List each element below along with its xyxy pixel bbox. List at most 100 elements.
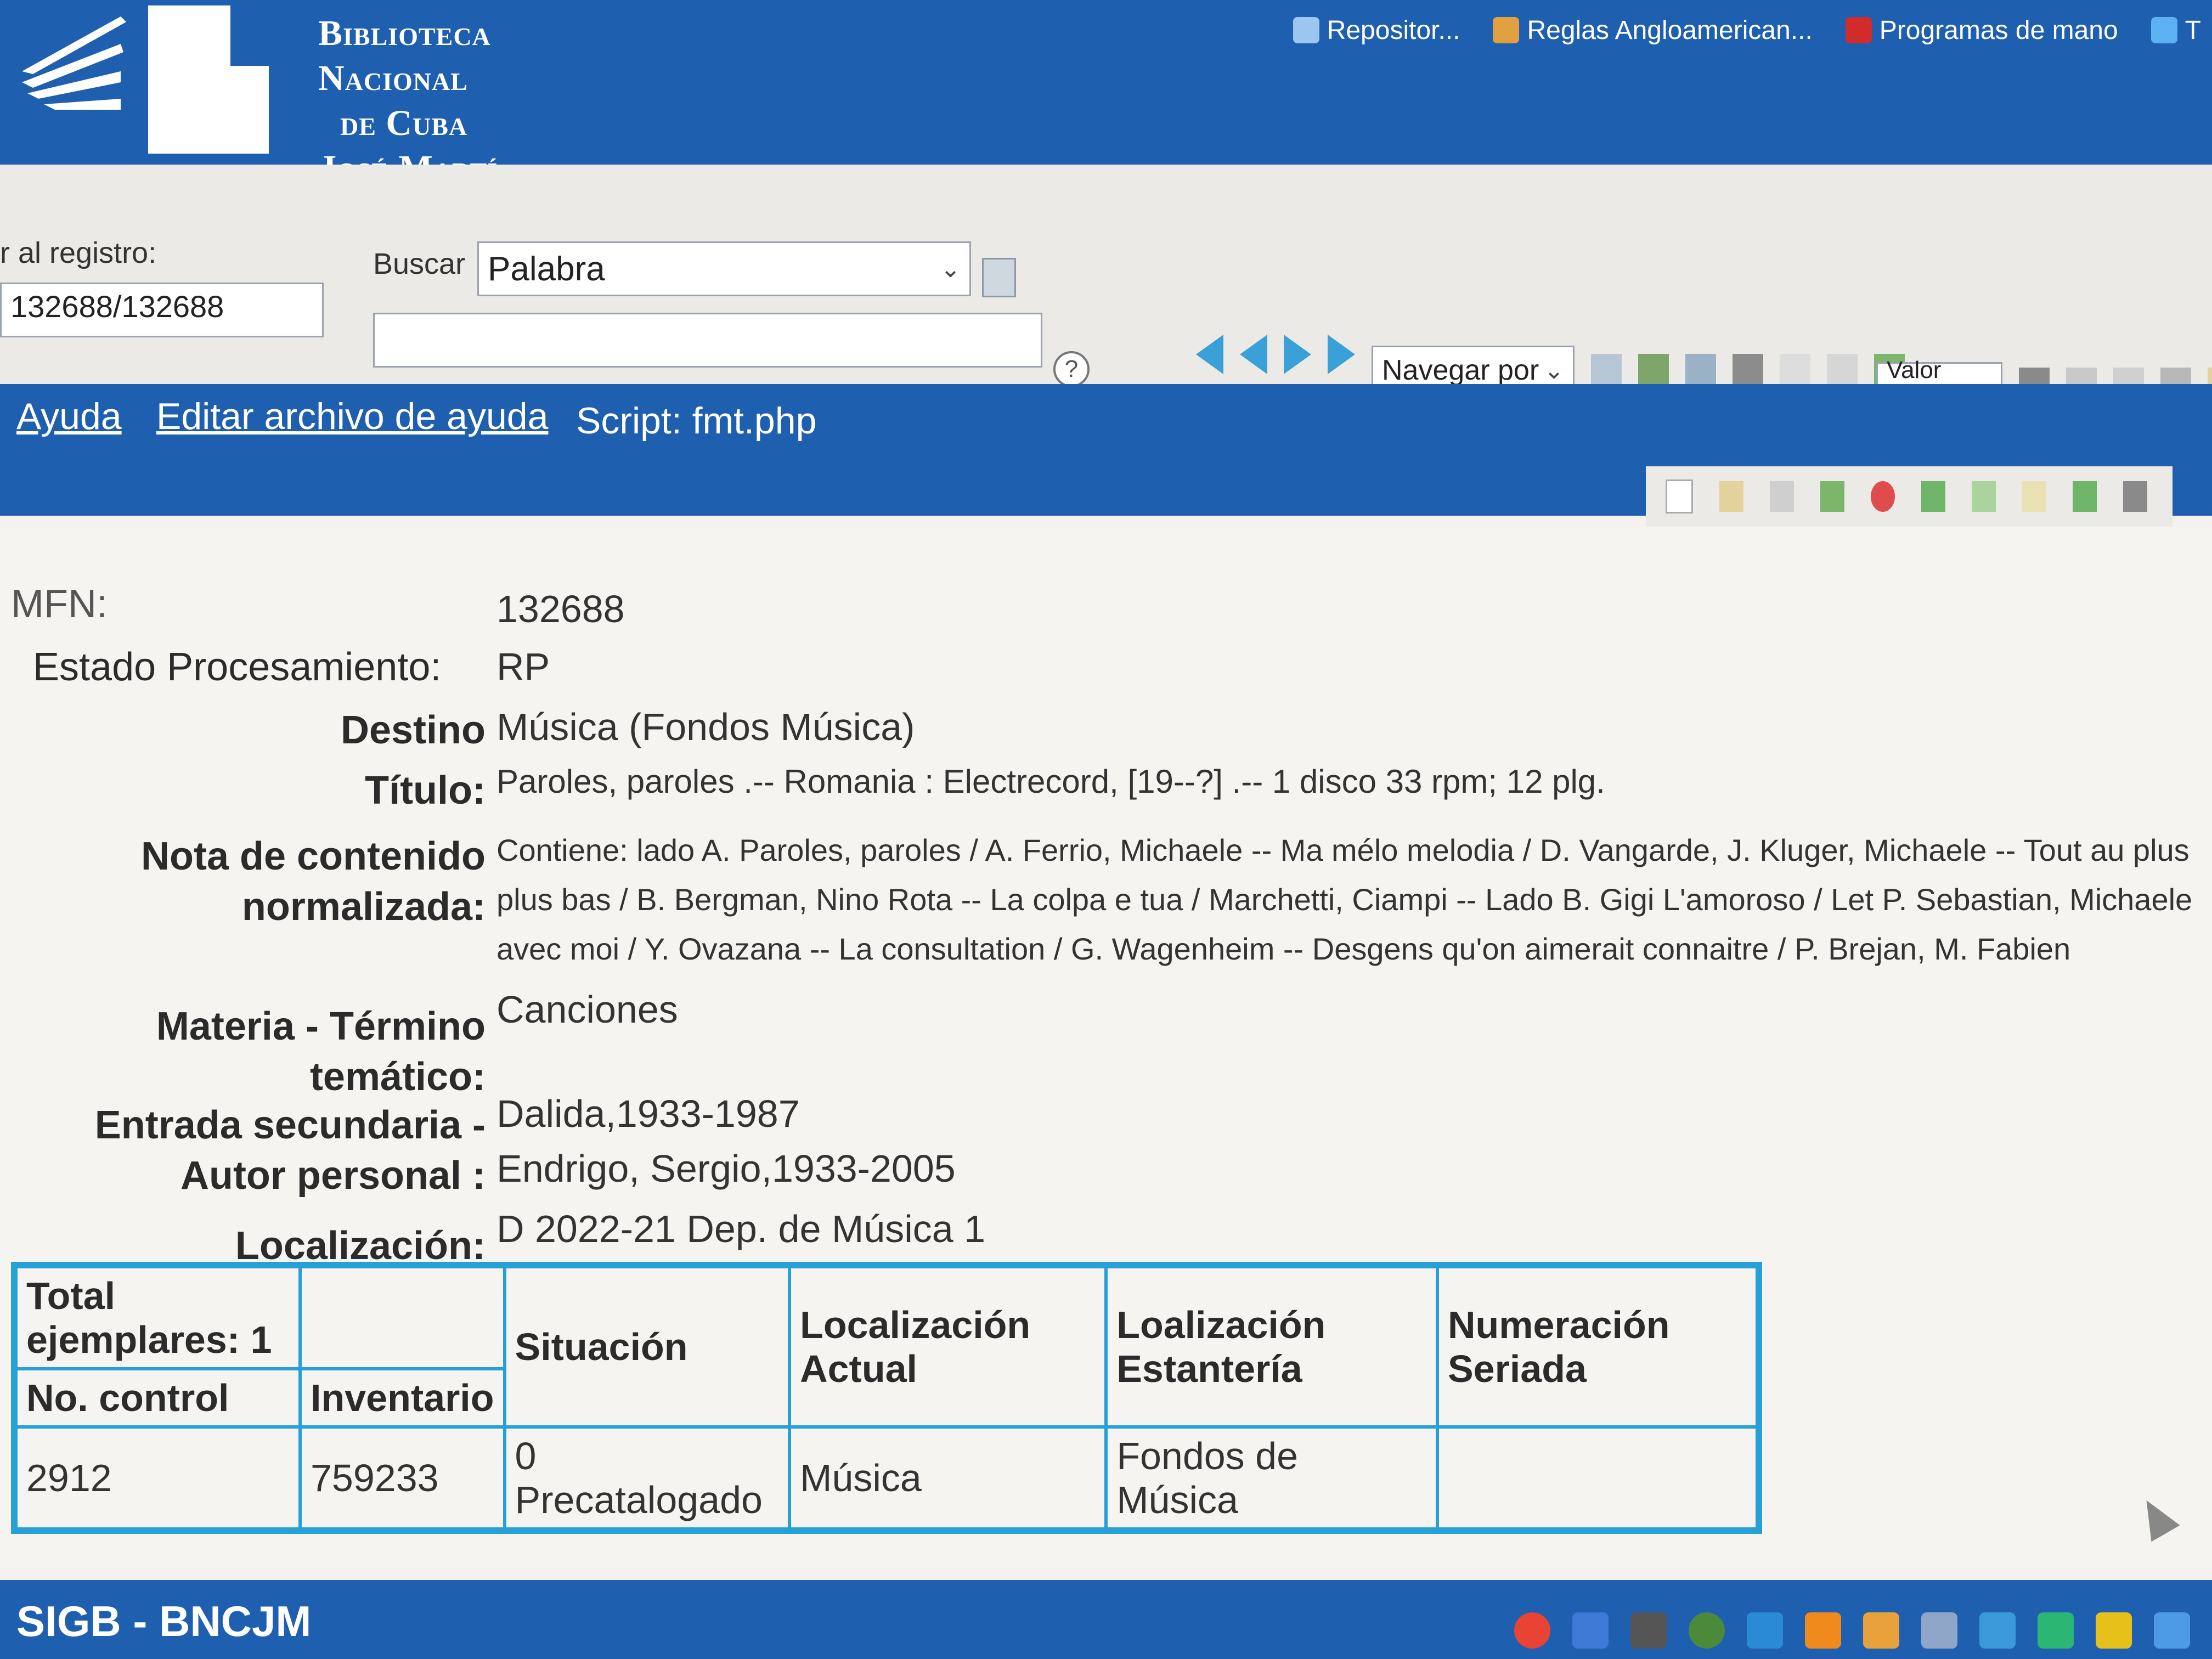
duplicate-record-icon[interactable] <box>1770 481 1794 512</box>
localizacion-actual-cell: Música <box>788 1425 1108 1531</box>
library-name-line: de Cuba <box>340 103 468 143</box>
bookmark-repository[interactable]: Repositor... <box>1293 15 1460 46</box>
record-navigation <box>1196 335 1355 374</box>
chrome-icon[interactable] <box>1514 1612 1550 1649</box>
files-icon[interactable] <box>1979 1612 2016 1649</box>
globe-icon[interactable] <box>1689 1612 1725 1649</box>
destino-value: Música (Fondos Música) <box>496 706 915 748</box>
library-name: Biblioteca Nacional de Cuba José Martí <box>318 11 498 191</box>
nota-line: avec moi / Y. Ovazana -- La consultation… <box>496 932 2071 966</box>
localizacion-value: D 2022-21 Dep. de Música 1 <box>496 1207 986 1250</box>
nota-value: Contiene: lado A. Paroles, paroles / A. … <box>496 826 2197 974</box>
header-banner: Biblioteca Nacional de Cuba José Martí R… <box>0 0 2212 188</box>
first-record-icon[interactable] <box>1196 335 1223 374</box>
search-type-value: Palabra <box>488 250 605 288</box>
search-toolbar: r al registro: 132688/132688 Buscar Pala… <box>0 165 2212 411</box>
table-header: No. control <box>14 1367 302 1429</box>
help-icon[interactable]: ? <box>1053 351 1090 387</box>
buscar-label: Buscar <box>373 247 466 280</box>
nota-label-line: Nota de contenido <box>141 834 486 878</box>
nota-label-line: normalizada: <box>241 885 486 929</box>
lock-icon[interactable] <box>1630 1612 1667 1649</box>
numeracion-cell <box>1435 1425 1759 1531</box>
add-icon[interactable] <box>1972 481 1996 512</box>
delete-record-icon[interactable] <box>1871 481 1895 512</box>
search-input[interactable] <box>373 313 1042 368</box>
control-cell: 2912 <box>14 1425 302 1531</box>
table-header: Inventario <box>298 1367 506 1429</box>
validate-icon[interactable] <box>1921 481 1945 512</box>
edit-help-link[interactable]: Editar archivo de ayuda <box>156 395 548 438</box>
mfn-value: 132688 <box>496 588 625 630</box>
grid-icon[interactable] <box>2123 481 2147 512</box>
library-name-line: Biblioteca <box>318 13 491 53</box>
bookmarks-bar: Repositor... Reglas Angloamerican... Pro… <box>1293 0 2201 60</box>
table-header: Situación <box>503 1265 792 1429</box>
chevron-down-icon: ⌄ <box>940 255 961 283</box>
lock-icon[interactable] <box>2022 481 2046 512</box>
bookmark-reglas[interactable]: Reglas Angloamerican... <box>1493 15 1813 46</box>
table-header: Loalización Estantería <box>1104 1265 1439 1429</box>
document-icon[interactable] <box>1863 1612 1899 1649</box>
registro-field[interactable]: 132688/132688 <box>0 283 324 337</box>
estado-value: RP <box>496 645 550 688</box>
document-icon[interactable] <box>982 258 1016 297</box>
book-icon <box>1493 17 1520 43</box>
total-ejemplares-cell: Total ejemplares: 1 <box>14 1265 302 1370</box>
new-record-icon[interactable] <box>1666 479 1693 514</box>
bookmark-label: Repositor... <box>1327 15 1460 45</box>
mouse-cursor-icon <box>2132 1492 2180 1542</box>
materia-label-line: temático: <box>309 1055 486 1099</box>
window-icon[interactable] <box>2154 1612 2190 1649</box>
network-icon[interactable] <box>1572 1612 1609 1649</box>
table-row: 2912 759233 0 Precatalogado Música Fondo… <box>14 1425 1759 1531</box>
entrada-label: Entrada secundaria - Autor personal : <box>11 1103 486 1198</box>
table-header: Numeración Seriada <box>1435 1265 1759 1429</box>
entrada-label-line: Entrada secundaria - <box>94 1103 486 1147</box>
materia-label: Materia - Término temático: <box>11 1004 486 1099</box>
paint-icon[interactable] <box>2038 1612 2074 1649</box>
app-icon[interactable] <box>1747 1612 1783 1649</box>
titulo-value: Paroles, paroles .-- Romania : Electreco… <box>496 763 1605 800</box>
vlc-icon[interactable] <box>1805 1612 1841 1649</box>
situacion-cell: 0 Precatalogado <box>503 1425 792 1531</box>
search-type-select[interactable]: Palabra ⌄ <box>477 241 971 296</box>
pdf-icon <box>1845 17 1872 43</box>
library-logo-icon <box>22 5 269 154</box>
localizacion-estanteria-cell: Fondos de Música <box>1104 1425 1439 1531</box>
record-actions <box>1646 466 2172 527</box>
bookmark-twitter[interactable]: T <box>2151 15 2201 46</box>
footer-brand: SIGB - BNCJM <box>16 1597 312 1645</box>
entrada-label-line: Autor personal : <box>180 1154 486 1198</box>
edit-record-icon[interactable] <box>1719 481 1743 512</box>
mfn-label: MFN: <box>11 582 108 626</box>
export-icon[interactable] <box>2073 481 2097 512</box>
empty-header-cell <box>298 1265 506 1369</box>
materia-label-line: Materia - Término <box>156 1005 486 1048</box>
browser-icon[interactable] <box>1921 1612 1957 1649</box>
save-record-icon[interactable] <box>1820 481 1844 512</box>
twitter-icon <box>2151 17 2177 43</box>
bookmark-label: Reglas Angloamerican... <box>1527 15 1813 45</box>
materia-value: Canciones <box>496 988 678 1031</box>
last-record-icon[interactable] <box>1328 335 1355 374</box>
script-label: Script: fmt.php <box>576 400 817 442</box>
titulo-label: Título: <box>365 769 486 812</box>
ayuda-link[interactable]: Ayuda <box>16 395 122 438</box>
repository-icon <box>1293 17 1319 43</box>
nota-line: Contiene: lado A. Paroles, paroles / A. … <box>496 833 2197 867</box>
entrada-line: Endrigo, Sergio,1933-2005 <box>496 1147 956 1190</box>
total-value: 1 <box>250 1318 272 1361</box>
previous-record-icon[interactable] <box>1240 335 1267 374</box>
destino-label: Destino <box>340 708 486 752</box>
bookmark-label: T <box>2185 15 2201 45</box>
estado-label: Estado Procesamiento: <box>33 645 442 689</box>
navegar-value: Navegar por <box>1382 354 1539 386</box>
inventario-cell: 759233 <box>298 1425 506 1531</box>
notes-icon[interactable] <box>2096 1612 2132 1649</box>
library-name-line: Nacional <box>318 58 468 98</box>
bookmark-programas[interactable]: Programas de mano <box>1845 15 2118 46</box>
next-record-icon[interactable] <box>1284 335 1311 374</box>
total-label: Total ejemplares: <box>26 1274 240 1361</box>
nota-label: Nota de contenido normalizada: <box>11 834 486 929</box>
